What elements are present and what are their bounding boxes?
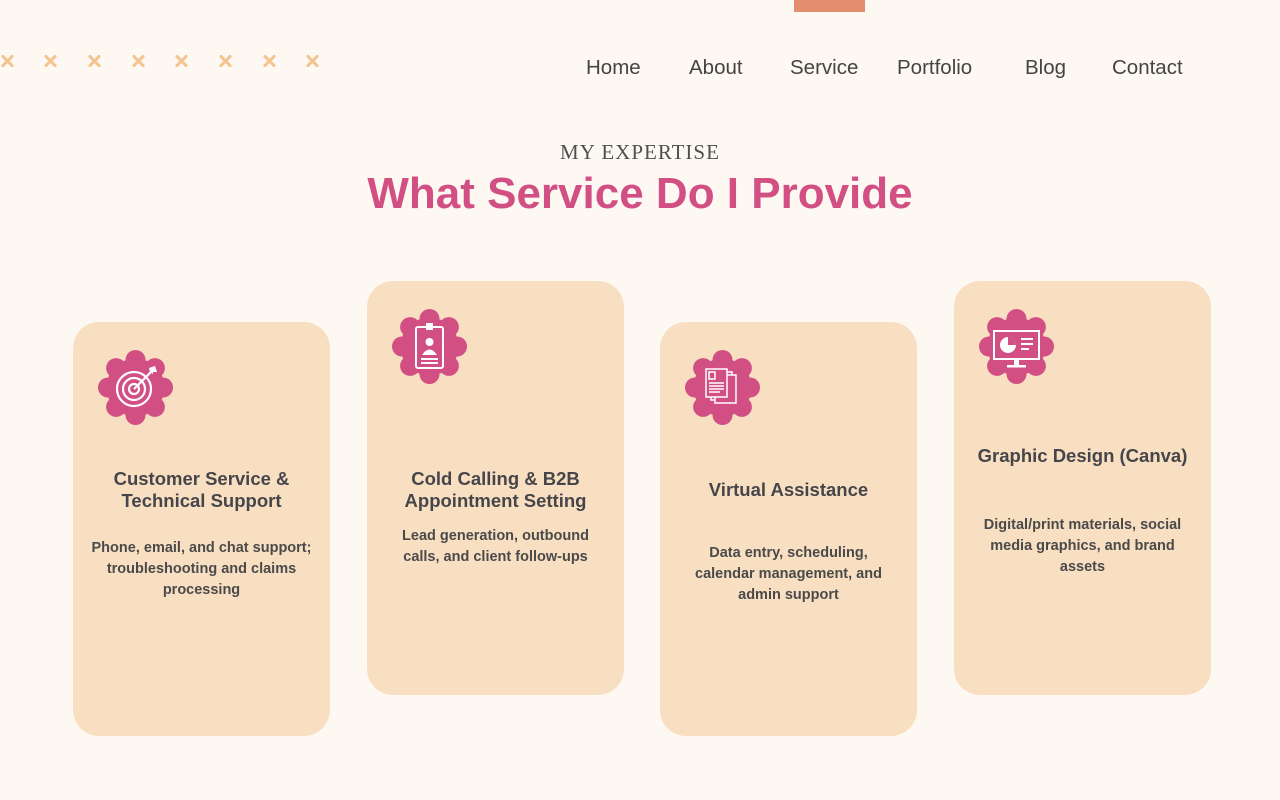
monitor-chart-icon [979, 309, 1054, 384]
card-title: Customer Service & Technical Support [113, 468, 290, 511]
x-mark-icon [0, 52, 16, 70]
card-description: Phone, email, and chat support; troubles… [91, 540, 312, 598]
id-badge-icon [392, 309, 467, 384]
section-title: What Service Do I Provide [367, 169, 913, 218]
nav-link-contact[interactable]: Contact [1112, 56, 1183, 80]
x-mark-icon [216, 52, 234, 70]
x-mark-icon [41, 52, 59, 70]
card-description: Digital/print materials, social media gr… [983, 517, 1182, 575]
documents-icon [685, 350, 760, 425]
decorative-x-marks [0, 52, 330, 72]
card-description: Data entry, scheduling, calendar managem… [695, 545, 882, 603]
card-description: Lead generation, outbound calls, and cli… [402, 528, 589, 565]
card-title: Virtual Assistance [708, 479, 869, 500]
nav-link-portfolio[interactable]: Portfolio [897, 56, 972, 80]
nav-link-about[interactable]: About [689, 56, 743, 80]
section-subtitle: MY EXPERTISE [560, 140, 720, 164]
nav-link-home[interactable]: Home [586, 56, 641, 80]
nav-link-blog[interactable]: Blog [1025, 56, 1066, 80]
nav-link-service[interactable]: Service [790, 56, 858, 80]
x-mark-icon [129, 52, 147, 70]
service-card-graphic-design: Graphic Design (Canva) Digital/print mat… [954, 281, 1211, 695]
top-accent-tab [794, 0, 865, 12]
x-mark-icon [172, 52, 190, 70]
card-title: Graphic Design (Canva) [977, 445, 1188, 466]
service-card-cold-calling: Cold Calling & B2B Appointment Setting L… [367, 281, 624, 695]
x-mark-icon [260, 52, 278, 70]
x-mark-icon [303, 52, 321, 70]
card-title: Cold Calling & B2B Appointment Setting [404, 468, 587, 511]
target-icon [98, 350, 173, 425]
x-mark-icon [85, 52, 103, 70]
service-card-customer-service: Customer Service & Technical Support Pho… [73, 322, 330, 736]
service-card-virtual-assistance: Virtual Assistance Data entry, schedulin… [660, 322, 917, 736]
